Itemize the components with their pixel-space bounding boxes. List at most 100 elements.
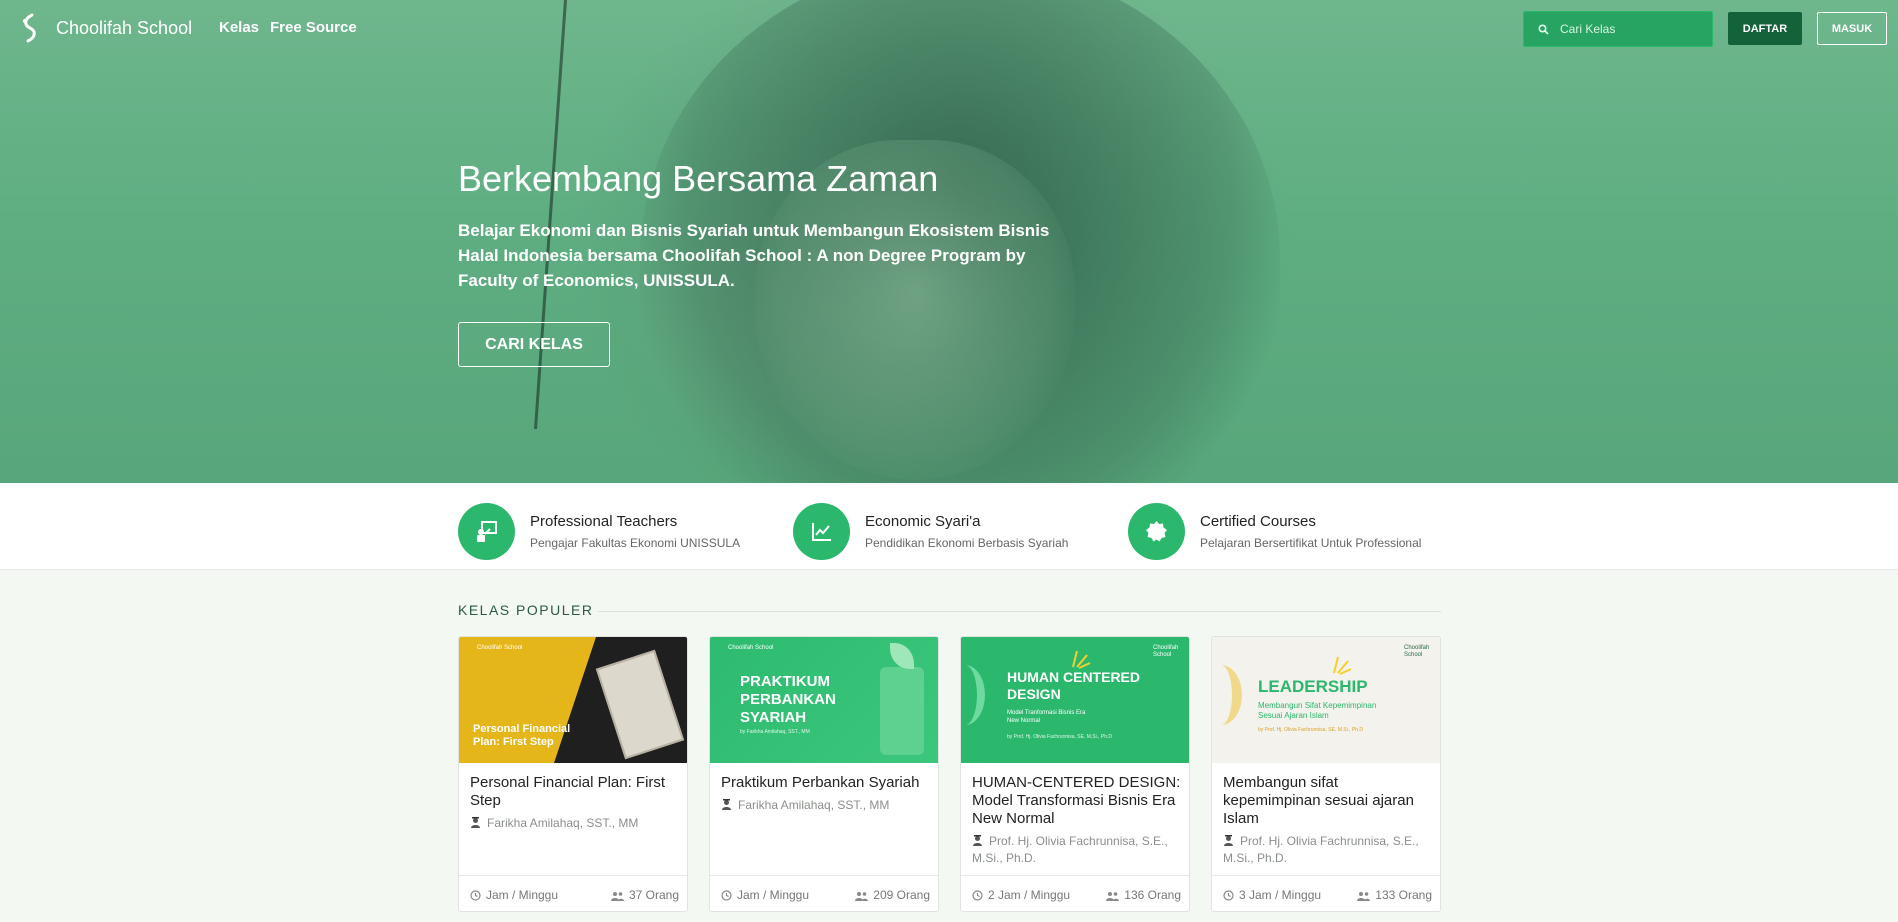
thumb-brand: Choolifah School	[1153, 645, 1179, 658]
search-box[interactable]	[1523, 11, 1713, 47]
hero-banner: Choolifah School Kelas Free Source DAFTA…	[0, 0, 1898, 483]
choolifah-logo-icon[interactable]	[18, 13, 42, 43]
course-author: Prof. Hj. Olivia Fachrunnisa, S.E., M.Si…	[1223, 833, 1433, 867]
section-title-kelas-populer: KELAS POPULER	[458, 602, 594, 618]
nav-link-kelas[interactable]: Kelas	[219, 19, 259, 36]
duration-text: Jam / Minggu	[737, 888, 810, 902]
course-duration: 3 Jam / Minggu	[1223, 888, 1321, 902]
thumb-title: Personal Financial Plan: First Step	[473, 723, 571, 748]
course-footer: 3 Jam / Minggu 133 Orang	[1212, 875, 1440, 911]
feature-title: Economic Syari'a	[865, 513, 981, 530]
course-students: 133 Orang	[1357, 888, 1432, 902]
feature-icon-circle	[458, 503, 515, 560]
course-card[interactable]: Choolifah School Personal Financial Plan…	[458, 636, 688, 912]
thumb-rays-image	[1072, 650, 1091, 669]
section-divider	[598, 611, 1441, 612]
thumb-brand: Choolifah School	[477, 645, 523, 651]
course-title[interactable]: Membangun sifat kepemimpinan sesuai ajar…	[1223, 774, 1433, 828]
thumb-by: by Prof. Hj. Olivia Fachrunnisa, SE, M.S…	[1258, 727, 1364, 733]
course-duration: Jam / Minggu	[470, 888, 558, 902]
thumb-crescent-image	[961, 665, 985, 725]
thumb-brand: Choolifah School	[1404, 645, 1430, 658]
author-name: Prof. Hj. Olivia Fachrunnisa, S.E., M.Si…	[1223, 834, 1419, 865]
thumb-title: PRAKTIKUM PERBANKAN SYARIAH	[740, 673, 836, 726]
course-thumbnail[interactable]: Choolifah School HUMAN CENTERED DESIGN M…	[961, 637, 1189, 763]
thumb-rays-image	[1333, 656, 1352, 675]
thumb-subtitle: by Farikha Amilahaq, SST., MM	[740, 729, 810, 735]
feature-desc: Pelajaran Bersertifikat Untuk Profession…	[1200, 536, 1422, 550]
thumb-leaf-image	[890, 643, 914, 669]
brand-name[interactable]: Choolifah School	[56, 18, 192, 39]
students-text: 136 Orang	[1124, 888, 1181, 902]
thumb-subtitle: Membangun Sifat Kepemimpinan Sesuai Ajar…	[1258, 701, 1377, 720]
thumb-brand: Choolifah School	[728, 645, 774, 651]
feature-title: Certified Courses	[1200, 513, 1316, 530]
feature-icon-circle	[793, 503, 850, 560]
cari-kelas-button[interactable]: CARI KELAS	[458, 322, 610, 367]
students-text: 209 Orang	[873, 888, 930, 902]
course-students: 37 Orang	[610, 888, 679, 902]
thumb-crescent-image	[1212, 665, 1242, 725]
thumb-subtitle: Model Tranformasi Bisnis Era New Normal	[1007, 710, 1086, 724]
course-footer: 2 Jam / Minggu 136 Orang	[961, 875, 1189, 911]
thumb-title: LEADERSHIP	[1258, 677, 1368, 696]
teacher-icon	[973, 835, 982, 846]
clock-icon	[470, 890, 481, 901]
features-bar: Professional Teachers Pengajar Fakultas …	[0, 483, 1898, 570]
author-name: Farikha Amilahaq, SST., MM	[487, 816, 639, 830]
author-name: Prof. Hj. Olivia Fachrunnisa, S.E., M.Si…	[972, 834, 1168, 865]
certificate-badge-icon	[1146, 521, 1167, 542]
duration-text: 3 Jam / Minggu	[1239, 888, 1322, 902]
people-icon	[1357, 892, 1371, 901]
clock-icon	[1223, 890, 1234, 901]
feature-desc: Pengajar Fakultas Ekonomi UNISSULA	[530, 536, 741, 550]
daftar-button[interactable]: DAFTAR	[1728, 12, 1802, 45]
course-thumbnail[interactable]: Choolifah School Personal Financial Plan…	[459, 637, 687, 763]
chart-trend-icon	[812, 523, 831, 541]
students-text: 37 Orang	[628, 888, 679, 902]
clock-icon	[721, 890, 732, 901]
duration-text: Jam / Minggu	[486, 888, 559, 902]
author-name: Farikha Amilahaq, SST., MM	[738, 798, 890, 812]
masuk-button[interactable]: MASUK	[1817, 12, 1887, 45]
course-thumbnail[interactable]: Choolifah School LEADERSHIP Membangun Si…	[1212, 637, 1440, 763]
hero-subtitle: Belajar Ekonomi dan Bisnis Syariah untuk…	[458, 221, 1050, 290]
thumb-title: HUMAN CENTERED DESIGN	[1007, 669, 1140, 702]
search-icon	[1538, 24, 1549, 35]
course-author: Farikha Amilahaq, SST., MM	[470, 815, 680, 832]
duration-text: 2 Jam / Minggu	[988, 888, 1071, 902]
course-author: Farikha Amilahaq, SST., MM	[721, 797, 931, 814]
course-duration: Jam / Minggu	[721, 888, 809, 902]
course-title[interactable]: Praktikum Perbankan Syariah	[721, 774, 931, 792]
people-icon	[1106, 892, 1120, 901]
top-navbar: Choolifah School Kelas Free Source DAFTA…	[0, 0, 1898, 58]
course-duration: 2 Jam / Minggu	[972, 888, 1070, 902]
course-students: 209 Orang	[855, 888, 930, 902]
students-text: 133 Orang	[1375, 888, 1432, 902]
people-icon	[855, 892, 869, 901]
teacher-icon	[722, 799, 731, 810]
hero-title: Berkembang Bersama Zaman	[458, 158, 939, 199]
teacher-board-icon	[477, 521, 497, 542]
course-card[interactable]: Choolifah School HUMAN CENTERED DESIGN M…	[960, 636, 1190, 912]
course-footer: Jam / Minggu 209 Orang	[710, 875, 938, 911]
course-title[interactable]: HUMAN-CENTERED DESIGN: Model Transformas…	[972, 774, 1182, 828]
clock-icon	[972, 890, 983, 901]
course-title[interactable]: Personal Financial Plan: First Step	[470, 774, 680, 810]
course-card[interactable]: Choolifah School LEADERSHIP Membangun Si…	[1211, 636, 1441, 912]
people-icon	[610, 892, 624, 901]
course-author: Prof. Hj. Olivia Fachrunnisa, S.E., M.Si…	[972, 833, 1182, 867]
search-input[interactable]	[1560, 12, 1710, 46]
course-card[interactable]: Choolifah School PRAKTIKUM PERBANKAN SYA…	[709, 636, 939, 912]
teacher-icon	[1224, 835, 1233, 846]
feature-icon-circle	[1128, 503, 1185, 560]
course-thumbnail[interactable]: Choolifah School PRAKTIKUM PERBANKAN SYA…	[710, 637, 938, 763]
course-students: 136 Orang	[1106, 888, 1181, 902]
thumb-by: by Prof. Hj. Olivia Fachrunnisa, SE, M.S…	[1007, 734, 1113, 740]
nav-link-free-source[interactable]: Free Source	[270, 19, 357, 36]
thumb-can-image	[880, 667, 924, 755]
teacher-icon	[471, 817, 480, 828]
course-footer: Jam / Minggu 37 Orang	[459, 875, 687, 911]
feature-title: Professional Teachers	[530, 513, 678, 530]
feature-desc: Pendidikan Ekonomi Berbasis Syariah	[865, 536, 1069, 550]
